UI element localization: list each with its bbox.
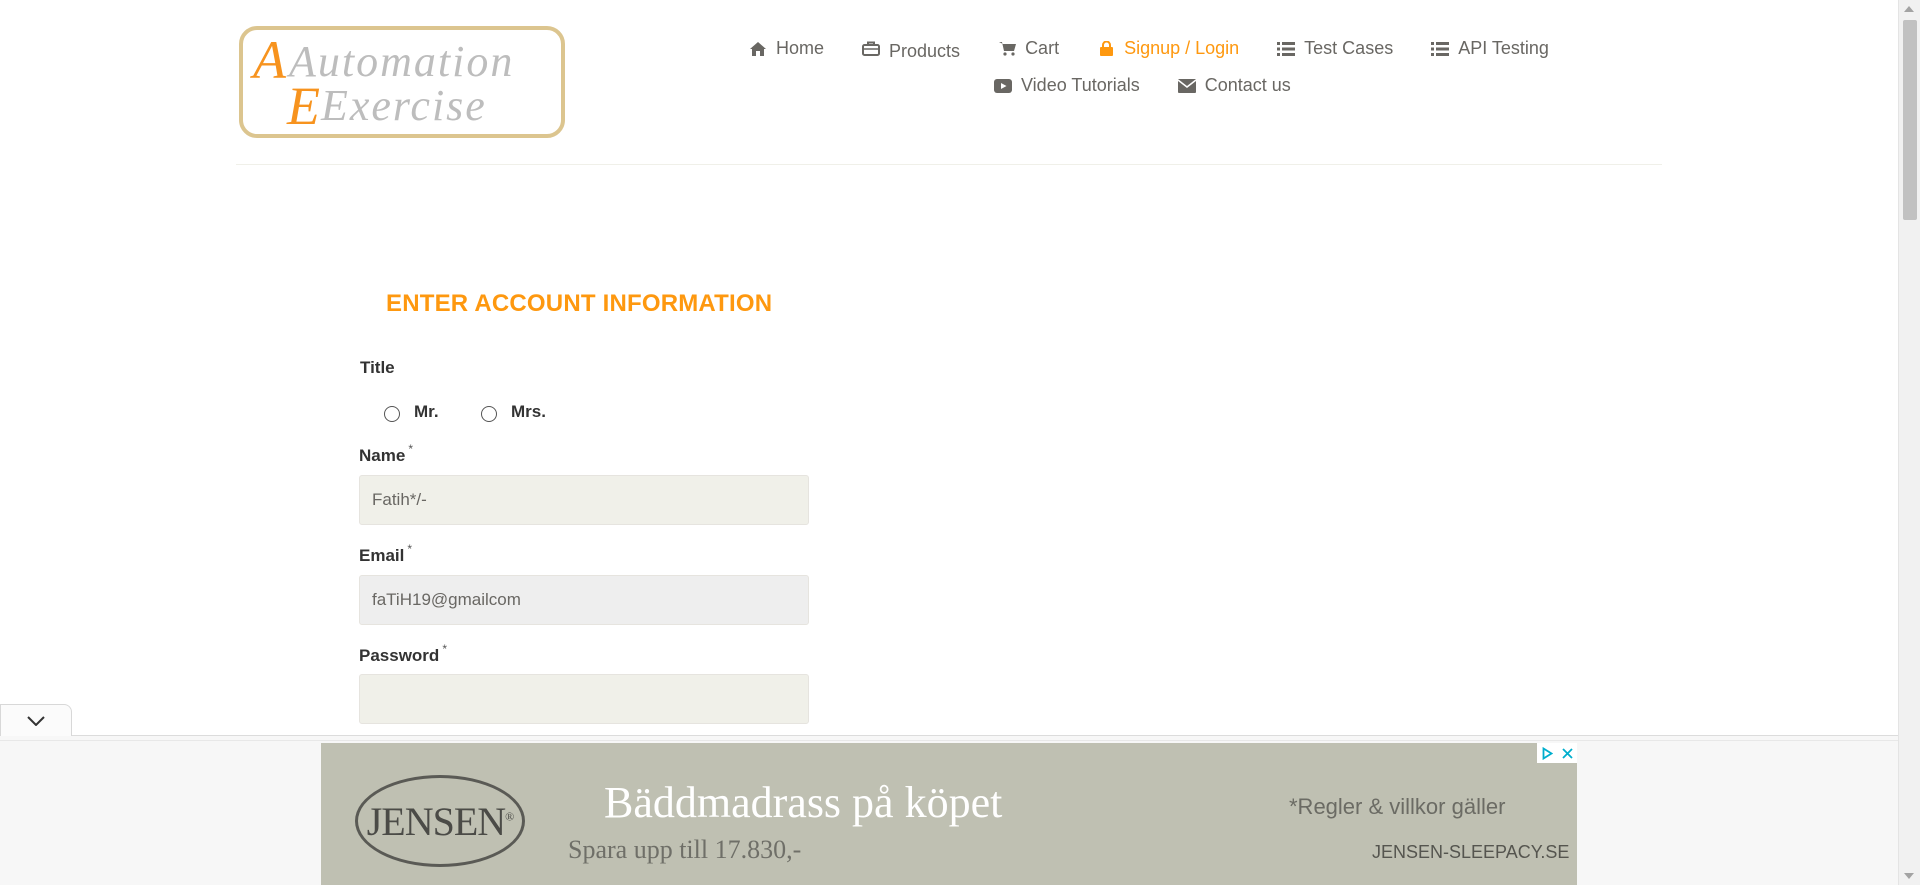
ad-url: JENSEN-SLEEPACY.SE [1372, 842, 1570, 862]
ad-terms: *Regler & villkor gäller [1289, 794, 1506, 819]
name-input[interactable]: Fatih*/- [359, 475, 809, 525]
header-divider [236, 164, 1662, 165]
scroll-up-arrow-icon[interactable] [1904, 6, 1914, 12]
close-ad-icon[interactable] [1557, 743, 1577, 763]
nav-signup-login[interactable]: Signup / Login [1096, 38, 1239, 59]
form-heading: ENTER ACCOUNT INFORMATION [386, 290, 773, 317]
ad-collapse-toggle[interactable] [0, 704, 72, 736]
name-label: Name * [359, 442, 413, 466]
cart-icon [997, 40, 1017, 58]
logo-word-2: Exercise [320, 81, 487, 130]
envelope-icon [1177, 77, 1197, 95]
site-header: A Automation E Exercise Home Products Ca… [0, 0, 1898, 180]
ad-subline: Spara upp till 17.830,- [568, 835, 802, 864]
scroll-down-arrow-icon[interactable] [1904, 873, 1914, 879]
nav-products-label: Products [889, 41, 961, 61]
radio-mr[interactable] [384, 406, 400, 422]
nav-test-cases-label: Test Cases [1304, 38, 1394, 58]
chevron-down-icon [27, 715, 45, 726]
title-option-mr[interactable]: Mr. [384, 402, 439, 424]
ad-brand: JENSEN [366, 798, 506, 844]
title-option-mrs[interactable]: Mrs. [481, 402, 546, 424]
ad-bar-divider [0, 740, 1898, 741]
svg-text:A: A [250, 30, 287, 90]
nav-products[interactable]: Products [861, 38, 961, 61]
site-logo[interactable]: A Automation E Exercise [239, 26, 565, 138]
list-icon [1276, 40, 1296, 58]
ad-headline: Bäddmadrass på köpet [604, 778, 1003, 827]
name-label-text: Name [359, 446, 406, 465]
email-label: Email * [359, 542, 412, 566]
email-required-mark: * [407, 542, 413, 556]
nav-signup-login-label: Signup / Login [1124, 38, 1240, 58]
page-scrollbar[interactable] [1898, 0, 1920, 885]
ad-brand-mark: ® [505, 809, 514, 824]
main-nav-row-1: Home Products Cart Signup / Login Test C… [748, 38, 1586, 61]
nav-home-label: Home [776, 38, 825, 58]
email-input[interactable]: faTiH19@gmailcom [359, 575, 809, 625]
password-label: Password * [359, 642, 447, 666]
nav-video-tutorials[interactable]: Video Tutorials [993, 75, 1140, 96]
password-required-mark: * [442, 642, 447, 656]
main-nav-row-2: Video Tutorials Contact us [993, 75, 1328, 96]
password-input[interactable] [359, 674, 809, 724]
nav-cart-label: Cart [1025, 38, 1060, 58]
youtube-icon [993, 77, 1013, 95]
lock-icon [1096, 40, 1116, 58]
password-label-text: Password [359, 646, 440, 665]
radio-mrs[interactable] [481, 406, 497, 422]
briefcase-icon [861, 40, 881, 58]
ad-controls [1537, 743, 1577, 763]
nav-cart[interactable]: Cart [997, 38, 1059, 59]
logo-graphic: A Automation E Exercise [250, 30, 514, 134]
home-icon [748, 40, 768, 58]
name-required-mark: * [408, 442, 413, 456]
svg-text:E: E [286, 76, 320, 134]
nav-video-tutorials-label: Video Tutorials [1021, 75, 1140, 95]
nav-api-testing-label: API Testing [1458, 38, 1549, 58]
scroll-thumb[interactable] [1903, 20, 1917, 220]
email-label-text: Email [359, 546, 405, 565]
jensen-logo: JENSEN® [355, 775, 525, 867]
adchoices-icon[interactable] [1537, 743, 1557, 763]
nav-test-cases[interactable]: Test Cases [1276, 38, 1393, 59]
radio-mr-label: Mr. [414, 402, 439, 421]
nav-contact-us[interactable]: Contact us [1177, 75, 1291, 96]
title-label: Title [360, 358, 395, 377]
jensen-ad[interactable]: JENSEN® Bäddmadrass på köpet Spara upp t… [321, 743, 1577, 885]
list-icon [1430, 40, 1450, 58]
nav-api-testing[interactable]: API Testing [1430, 38, 1549, 59]
nav-home[interactable]: Home [748, 38, 824, 59]
radio-mrs-label: Mrs. [511, 402, 546, 421]
nav-contact-us-label: Contact us [1204, 75, 1291, 95]
logo-word-1: Automation [286, 37, 514, 86]
